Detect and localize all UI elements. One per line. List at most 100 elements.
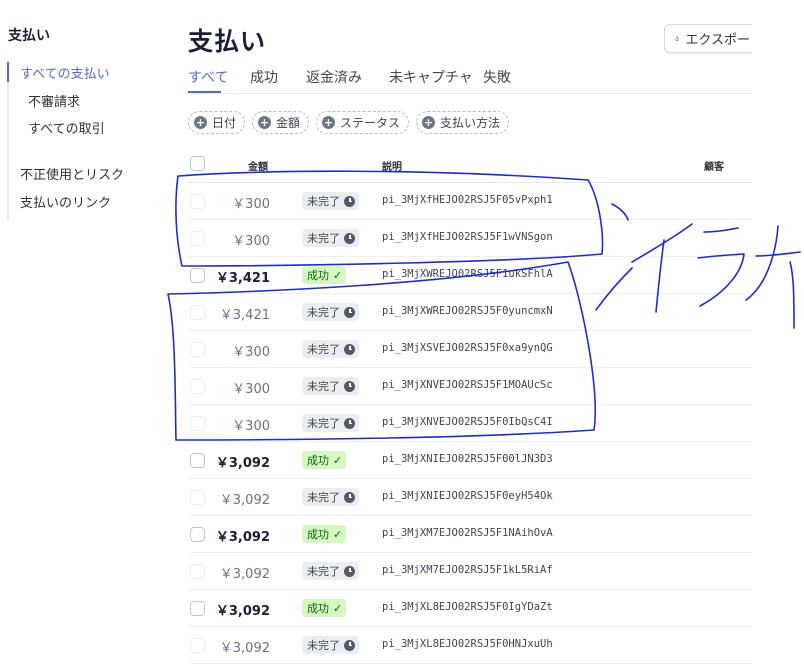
status-badge-label: 未完了 [307, 232, 340, 245]
clock-icon [344, 232, 355, 244]
table-row[interactable]: ￥300 未完了 pi_3MjXNVEJO02RSJ5F0IbQsC4I [188, 405, 752, 442]
sidebar: 支払い すべての支払い 不審請求 すべての取引 不正使用とリスク 支払いのリンク [0, 0, 170, 667]
checkmark-icon: ✓ [333, 453, 343, 467]
export-button[interactable]: エクスポート [664, 24, 764, 53]
row-description: pi_3MjXNIEJO02RSJ5F0eyH54Ok [382, 490, 553, 502]
table-row[interactable]: ￥3,092 成功 ✓ pi_3MjXL8EJO02RSJ5F0IgYDaZt [188, 590, 752, 627]
sidebar-divider [7, 60, 9, 220]
table-row[interactable]: ￥3,092 成功 ✓ pi_3MjXNIEJO02RSJ5F00lJN3D3 [188, 442, 752, 479]
row-amount: ￥3,092 [215, 604, 270, 619]
row-amount: ￥3,421 [219, 308, 270, 323]
row-amount: ￥3,092 [219, 493, 270, 508]
status-badge-label: 未完了 [307, 639, 340, 652]
column-header-customer[interactable]: 顧客 [704, 158, 724, 173]
row-description: pi_3MjXNIEJO02RSJ5F00lJN3D3 [382, 453, 553, 465]
status-badge: 未完了 [302, 303, 359, 321]
table-row[interactable]: ￥3,092 未完了 pi_3MjXM7EJO02RSJ5F1kL5RiAf [188, 553, 752, 590]
clock-icon [344, 417, 355, 429]
clock-icon [344, 639, 355, 651]
row-description: pi_3MjXM7EJO02RSJ5F1kL5RiAf [382, 564, 553, 576]
plus-circle-icon: + [194, 116, 207, 129]
plus-circle-icon: + [258, 116, 271, 129]
status-badge-label: 未完了 [307, 195, 340, 208]
status-badge-label: 未完了 [307, 306, 340, 319]
status-badge-label: 未完了 [307, 491, 340, 504]
table-row[interactable]: ￥300 未完了 pi_3MjXfHEJO02RSJ5F1wVNSgon [188, 220, 752, 257]
tab-failed[interactable]: 失敗 [483, 67, 511, 87]
filter-amount-label: 金額 [276, 116, 301, 130]
row-description: pi_3MjXNVEJO02RSJ5F1MOAUcSc [382, 379, 553, 391]
status-badge-label: 未完了 [307, 565, 340, 578]
row-description: pi_3MjXfHEJO02RSJ5F1wVNSgon [382, 231, 553, 243]
row-description: pi_3MjXNVEJO02RSJ5F0IbQsC4I [382, 416, 553, 428]
tab-all[interactable]: すべて [188, 67, 228, 87]
status-badge: 未完了 [302, 636, 359, 654]
row-description: pi_3MjXWREJO02RSJ5F0yuncmxN [382, 305, 553, 317]
status-badge-label: 成功 [307, 269, 329, 282]
status-badge-label: 成功 [307, 454, 329, 467]
filter-status-button[interactable]: + ステータス [316, 111, 410, 134]
sidebar-item-disputes[interactable]: 不審請求 [28, 91, 80, 110]
clock-icon [344, 491, 355, 503]
sidebar-title: 支払い [8, 28, 50, 44]
row-description: pi_3MjXfHEJO02RSJ5F05vPxph1 [382, 194, 553, 206]
row-amount: ￥3,421 [215, 271, 270, 286]
checkmark-icon: ✓ [333, 601, 343, 615]
plus-circle-icon: + [322, 116, 335, 129]
table-row[interactable]: ￥3,421 未完了 pi_3MjXWREJO02RSJ5F0yuncmxN [188, 294, 752, 331]
status-badge: 未完了 [302, 562, 359, 580]
sidebar-item-all-transactions[interactable]: すべての取引 [28, 118, 105, 137]
row-amount: ￥3,092 [215, 456, 270, 471]
table-row[interactable]: ￥3,092 未完了 pi_3MjXNIEJO02RSJ5F0eyH54Ok [188, 479, 752, 516]
status-badge: 未完了 [302, 488, 359, 506]
table-row[interactable]: ￥300 未完了 pi_3MjXfHEJO02RSJ5F05vPxph1 [188, 183, 752, 220]
table-row[interactable]: ￥3,092 未完了 pi_3MjXL8EJO02RSJ5F0HNJxuUh [188, 627, 752, 664]
table-header: 金額 説明 顧客 [188, 152, 752, 183]
status-badge-label: 未完了 [307, 343, 340, 356]
table-row[interactable]: ￥300 未完了 pi_3MjXSVEJO02RSJ5F0xa9ynQG [188, 331, 752, 368]
status-badge-label: 未完了 [307, 380, 340, 393]
status-badge: 未完了 [302, 414, 359, 432]
sidebar-item-payment-links[interactable]: 支払いのリンク [20, 192, 111, 211]
filter-date-button[interactable]: + 日付 [188, 111, 246, 134]
status-badge-label: 成功 [307, 528, 329, 541]
status-badge: 成功 ✓ [302, 525, 347, 543]
tabs-divider [188, 93, 752, 94]
checkmark-icon: ✓ [333, 527, 343, 541]
column-header-description[interactable]: 説明 [382, 158, 402, 173]
status-badge: 成功 ✓ [302, 266, 347, 284]
table-row[interactable]: ￥3,092 成功 ✓ pi_3MjXM7EJO02RSJ5F1NAihOvA [188, 516, 752, 553]
table-row[interactable]: ￥300 未完了 pi_3MjXNVEJO02RSJ5F1MOAUcSc [188, 368, 752, 405]
filter-amount-button[interactable]: + 金額 [252, 111, 310, 134]
tab-refunded[interactable]: 返金済み [306, 67, 362, 87]
column-header-amount[interactable]: 金額 [248, 158, 268, 173]
filter-payment-method-button[interactable]: + 支払い方法 [416, 111, 510, 134]
page-title: 支払い [188, 27, 267, 56]
row-amount: ￥300 [232, 382, 270, 397]
select-all-checkbox[interactable] [190, 156, 205, 171]
tab-succeeded[interactable]: 成功 [250, 67, 278, 87]
tab-uncaptured[interactable]: 未キャプチャ [389, 67, 473, 87]
status-badge: 未完了 [302, 229, 359, 247]
status-badge-label: 成功 [307, 602, 329, 615]
row-amount: ￥3,092 [219, 641, 270, 656]
filter-date-label: 日付 [212, 116, 237, 130]
status-badge: 未完了 [302, 192, 359, 210]
row-amount: ￥300 [232, 419, 270, 434]
status-badge: 成功 ✓ [302, 451, 347, 469]
sidebar-item-fraud-risk[interactable]: 不正使用とリスク [20, 164, 124, 183]
row-description: pi_3MjXSVEJO02RSJ5F0xa9ynQG [382, 342, 553, 354]
row-amount: ￥300 [232, 345, 270, 360]
checkmark-icon: ✓ [333, 268, 343, 282]
clock-icon [344, 380, 355, 392]
clock-icon [344, 306, 355, 318]
row-amount: ￥300 [232, 234, 270, 249]
table-row[interactable]: ￥3,421 成功 ✓ pi_3MjXWREJO02RSJ5F1ukSFhlA [188, 257, 752, 294]
filter-status-label: ステータス [340, 116, 401, 130]
row-description: pi_3MjXM7EJO02RSJ5F1NAihOvA [382, 527, 553, 539]
status-badge: 成功 ✓ [302, 599, 347, 617]
row-description: pi_3MjXWREJO02RSJ5F1ukSFhlA [382, 268, 553, 280]
sidebar-item-all-payments[interactable]: すべての支払い [20, 63, 110, 82]
plus-circle-icon: + [422, 116, 435, 129]
row-amount: ￥3,092 [215, 530, 270, 545]
